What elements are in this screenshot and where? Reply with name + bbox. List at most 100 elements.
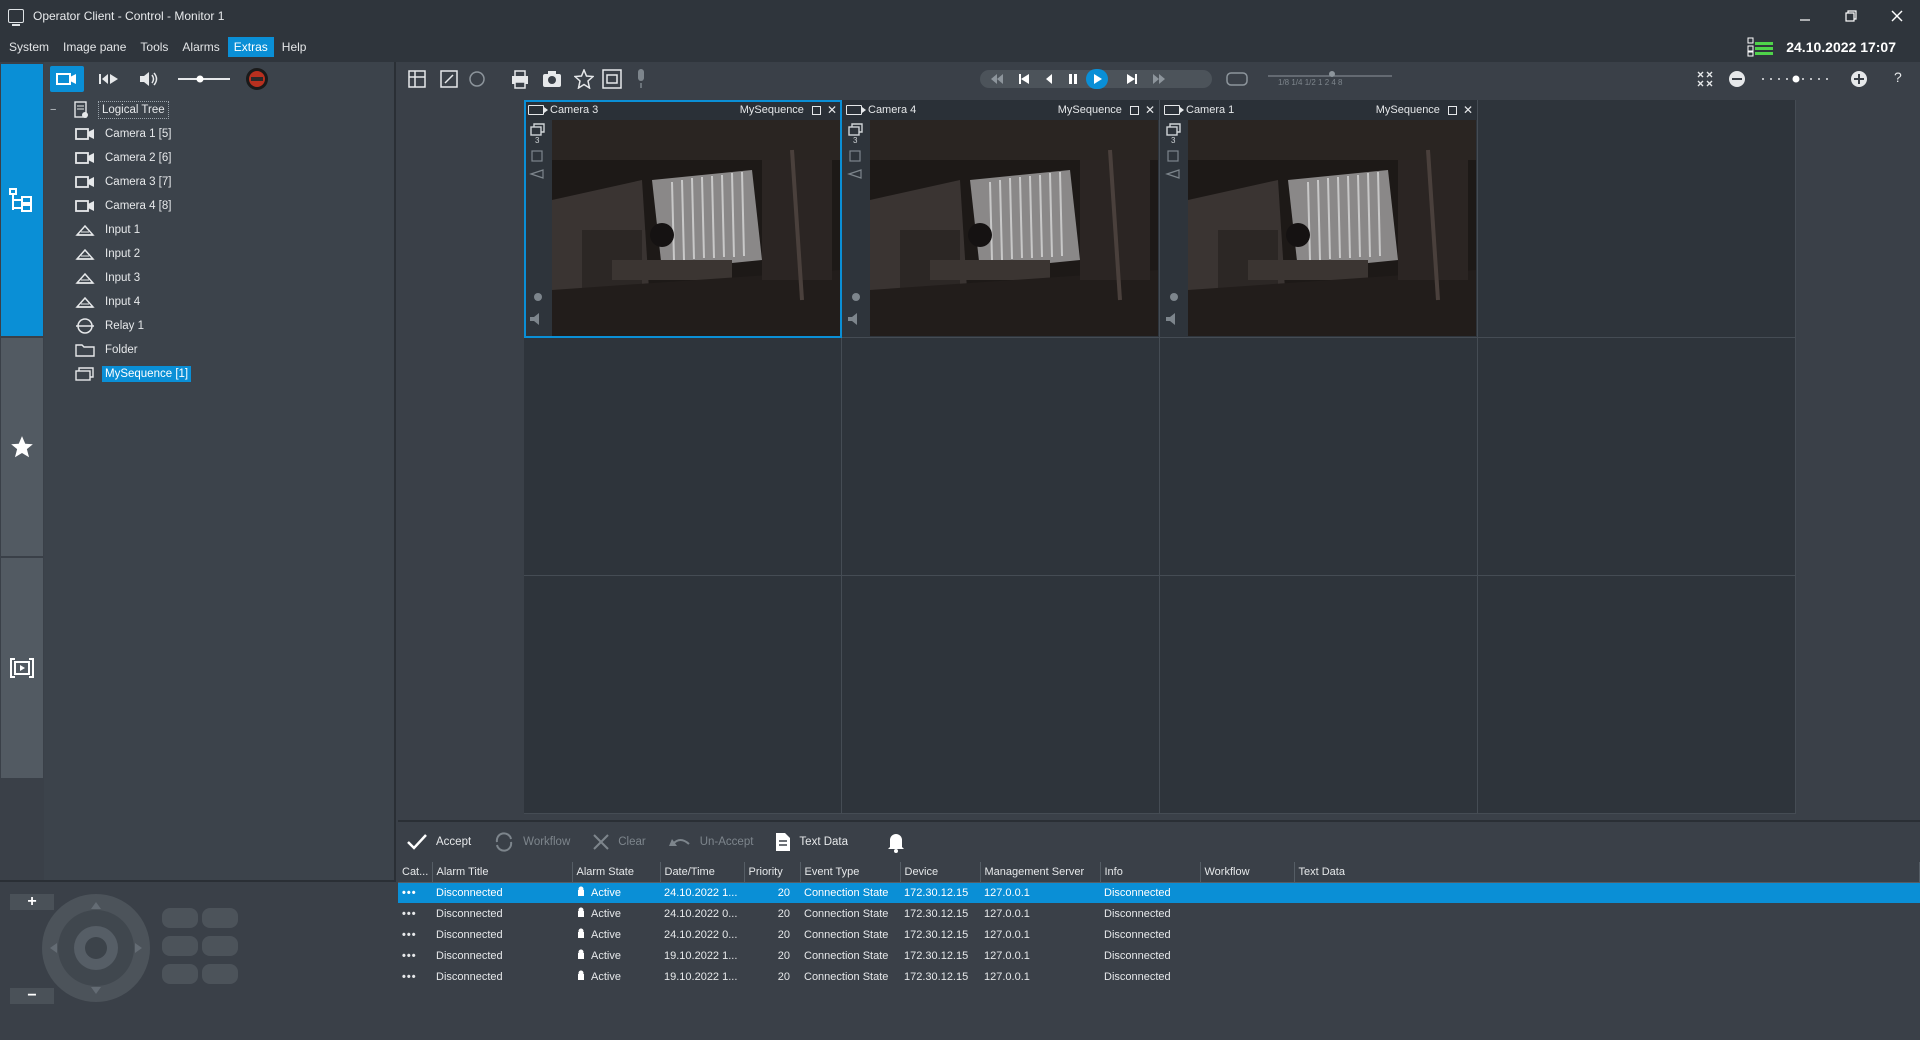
export-video-icon[interactable] [602,69,622,89]
alarm-row[interactable]: ••• Disconnected Active 24.10.2022 1... 20 Co… [398,882,1920,903]
tree-root[interactable]: − Logical Tree [44,98,394,122]
image-pane-camera[interactable]: Camera 3 MySequence ✕ 3 [524,100,842,338]
layout-icon[interactable] [408,70,426,88]
empty-image-pane[interactable] [524,338,842,576]
image-pane-camera[interactable]: Camera 4 MySequence ✕ 3 [842,100,1160,338]
restore-button[interactable] [1828,0,1874,32]
digital-zoom-icon[interactable] [531,150,543,162]
print-icon[interactable] [510,69,530,89]
menu-extras[interactable]: Extras [227,37,274,57]
tree-item[interactable]: Input 3 [44,266,394,290]
empty-image-pane[interactable] [1160,576,1478,814]
alarm-row[interactable]: ••• Disconnected Active 24.10.2022 0... 20 Co… [398,924,1920,945]
column-header[interactable]: Cat... [398,862,433,883]
column-header[interactable]: Alarm Title [432,862,573,883]
tab-logical-tree[interactable] [1,64,43,336]
minimize-button[interactable] [1782,0,1828,32]
tab-bookmarks[interactable] [1,558,43,778]
tree-item[interactable]: Input 1 [44,218,394,242]
digital-zoom-icon[interactable] [849,150,861,162]
ptz-joystick[interactable] [40,892,152,1004]
close-pane-icon[interactable]: ✕ [1463,103,1473,117]
menu-system[interactable]: System [3,37,55,57]
close-button[interactable] [1874,0,1920,32]
alarm-sound-button[interactable] [886,831,914,853]
collapse-icon[interactable]: − [50,104,60,116]
empty-image-pane[interactable] [1478,100,1796,338]
aux-button[interactable] [202,964,238,984]
focus-near-button[interactable] [162,908,198,928]
audio-button[interactable] [134,66,164,92]
playback-mode-button[interactable] [94,66,124,92]
digital-zoom-icon[interactable] [1167,150,1179,162]
tree-item[interactable]: Camera 3 [7] [44,170,394,194]
skip-back-icon[interactable] [1018,73,1030,85]
tree-item[interactable]: MySequence [1] [44,362,394,386]
tree-item[interactable]: Camera 2 [6] [44,146,394,170]
empty-image-pane[interactable] [842,576,1160,814]
alarm-cell-cat[interactable]: ••• [398,924,432,945]
column-header[interactable]: Workflow [1200,862,1295,883]
close-pane-icon[interactable]: ✕ [827,103,837,117]
empty-image-pane[interactable] [842,338,1160,576]
workflow-button[interactable]: Workflow [493,831,570,853]
instant-playback-icon[interactable] [468,70,488,88]
alarm-cell-cat[interactable]: ••• [398,882,432,903]
sequence-icon[interactable] [848,123,864,137]
zoom-plus-icon[interactable] [1850,70,1868,88]
volume-slider[interactable] [174,66,234,92]
close-all-icon[interactable] [1696,70,1714,88]
clear-button[interactable]: Clear [592,833,646,851]
column-header[interactable]: Management Server [980,862,1101,883]
tree-item[interactable]: Folder [44,338,394,362]
alarm-row[interactable]: ••• Disconnected Active 24.10.2022 0... 20 Co… [398,903,1920,924]
fullscreen-icon[interactable] [440,70,458,88]
column-header[interactable]: Device [900,862,981,883]
zoom-minus-icon[interactable] [1728,70,1746,88]
sequence-icon[interactable] [530,123,546,137]
column-header[interactable]: Info [1100,862,1201,883]
column-header[interactable]: Date/Time [660,862,745,883]
iris-open-button[interactable] [162,936,198,956]
pane-size-slider[interactable] [1760,70,1834,88]
bookmark-star-icon[interactable] [574,69,594,89]
maximize-pane-icon[interactable] [1447,105,1457,115]
menu-alarms[interactable]: Alarms [176,37,225,57]
playback-speed-slider[interactable]: 1/8 1/4 1/2 1 2 4 8 [1258,68,1398,90]
text-data-button[interactable]: Text Data [775,832,848,852]
skip-forward-icon[interactable] [1126,73,1138,85]
step-back-icon[interactable] [1044,73,1054,85]
pause-icon[interactable] [1068,73,1078,85]
column-header[interactable]: Text Data [1294,862,1920,883]
ptz-icon[interactable] [529,168,545,180]
audio-mute-icon[interactable] [528,312,544,326]
loop-icon[interactable] [1226,70,1248,88]
tab-favorites[interactable] [1,338,43,556]
ptz-icon[interactable] [1165,168,1181,180]
column-header[interactable]: Event Type [800,862,901,883]
alarm-cell-cat[interactable]: ••• [398,945,432,966]
empty-image-pane[interactable] [1160,338,1478,576]
alarm-cell-cat[interactable]: ••• [398,903,432,924]
alarm-row[interactable]: ••• Disconnected Active 19.10.2022 1... 20 Co… [398,945,1920,966]
tree-item[interactable]: Camera 4 [8] [44,194,394,218]
microphone-icon[interactable] [634,68,648,90]
alarm-cell-cat[interactable]: ••• [398,966,432,987]
column-header[interactable]: Priority [744,862,801,883]
empty-image-pane[interactable] [524,576,842,814]
fast-forward-icon[interactable] [1152,73,1166,85]
tree-item[interactable]: Input 2 [44,242,394,266]
live-mode-button[interactable] [50,66,84,92]
record-button[interactable] [244,66,270,92]
column-header[interactable]: Alarm State [572,862,661,883]
empty-image-pane[interactable] [1478,338,1796,576]
help-icon[interactable]: ? [1894,69,1902,85]
audio-mute-icon[interactable] [846,312,862,326]
snapshot-icon[interactable] [542,70,562,88]
unaccept-button[interactable]: Un-Accept [668,834,753,850]
rewind-icon[interactable] [990,73,1004,85]
tree-item[interactable]: Camera 1 [5] [44,122,394,146]
menu-image-pane[interactable]: Image pane [57,37,132,57]
iris-close-button[interactable] [202,936,238,956]
alarm-row[interactable]: ••• Disconnected Active 19.10.2022 1... 20 Co… [398,966,1920,987]
